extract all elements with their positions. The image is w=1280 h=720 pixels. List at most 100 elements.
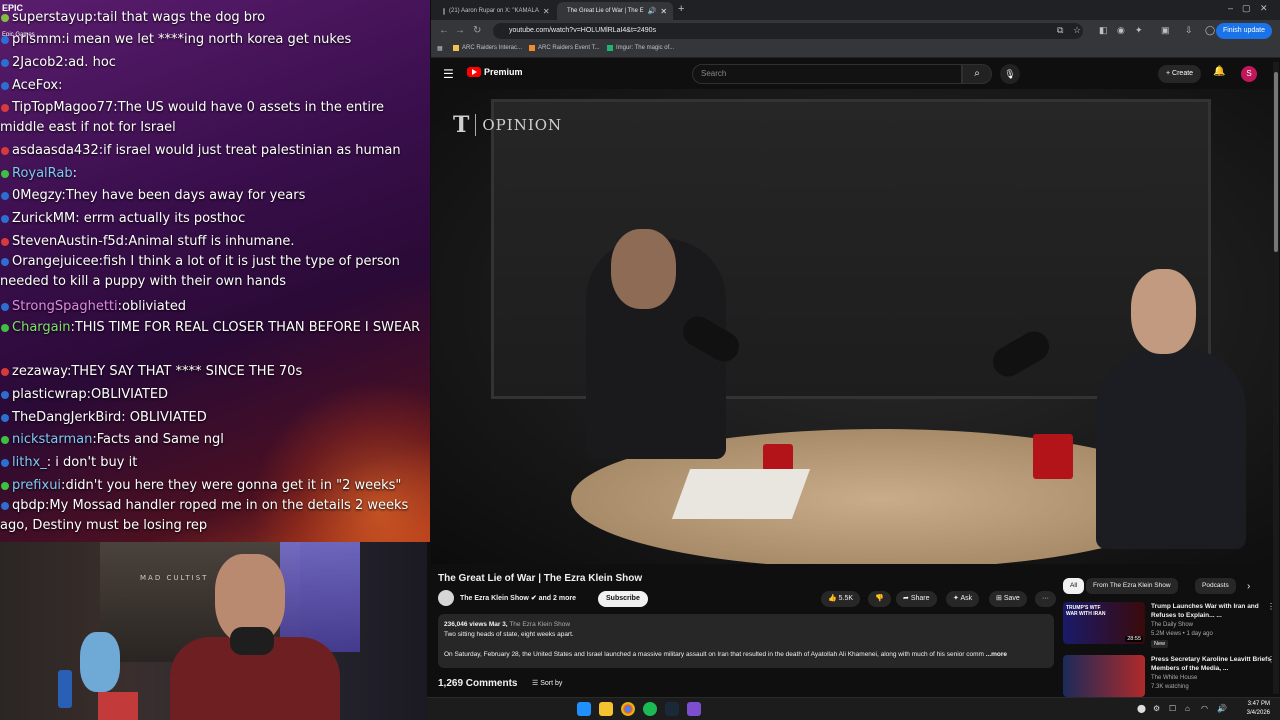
chevron-right-icon[interactable]: › <box>1247 581 1250 592</box>
tray-icon[interactable]: ⬤ <box>1137 704 1146 713</box>
voice-search-icon[interactable]: 🎙 <box>1000 64 1020 84</box>
chat-username[interactable]: StrongSpaghetti <box>12 299 118 314</box>
system-clock[interactable]: 3:47 PM 3/4/2026 <box>1247 700 1270 718</box>
sidebar-icon[interactable]: ▣ <box>1161 25 1170 36</box>
bookmark-2[interactable]: ARC Raiders Event T... <box>529 45 600 51</box>
search-input[interactable]: Search <box>692 64 962 84</box>
dislike-button[interactable]: 👎 <box>868 591 891 607</box>
tab-x-post[interactable]: (21) Aaron Rupar on X: "KAMALA ✕ <box>437 2 553 20</box>
close-tab-icon[interactable]: ✕ <box>660 7 667 16</box>
subscriber-badge-icon <box>1 435 9 444</box>
chip-all[interactable]: All <box>1063 578 1085 594</box>
chip-podcasts[interactable]: Podcasts <box>1195 578 1236 594</box>
menu-icon[interactable]: ☰ <box>443 67 454 81</box>
recommended-video[interactable]: Press Secretary Karoline Leavitt Briefs … <box>1063 655 1275 697</box>
chat-username[interactable]: 0Megzy <box>12 188 61 203</box>
chat-username[interactable]: TipTopMagoo77 <box>12 100 113 115</box>
extension-icon[interactable]: ◧ <box>1099 25 1108 36</box>
new-tab-button[interactable]: + <box>678 3 684 15</box>
subscribe-button[interactable]: Subscribe <box>598 591 648 607</box>
extension-icon-2[interactable]: ◉ <box>1117 25 1125 36</box>
video-title: The Great Lie of War | The Ezra Klein Sh… <box>438 573 643 584</box>
tab-youtube[interactable]: The Great Lie of War | The E 🔊 ✕ <box>557 2 673 20</box>
page-scrollbar[interactable] <box>1273 62 1279 694</box>
close-window-icon[interactable]: ✕ <box>1260 3 1268 14</box>
tray-icon[interactable]: ⚙ <box>1153 704 1160 713</box>
chat-username[interactable]: asdaasda432 <box>12 143 99 158</box>
chrome-icon[interactable] <box>621 702 635 716</box>
subscriber-badge-icon <box>1 323 9 332</box>
youtube-logo[interactable]: Premium <box>467 67 523 77</box>
scrollbar-thumb[interactable] <box>1274 72 1278 252</box>
chat-username[interactable]: RoyalRab <box>12 166 73 181</box>
chat-separator: : <box>72 166 78 181</box>
close-tab-icon[interactable]: ✕ <box>543 7 550 16</box>
more-actions-button[interactable]: ··· <box>1035 591 1056 607</box>
search-icon[interactable]: ⌕ <box>962 64 992 84</box>
finish-update-button[interactable]: Finish update <box>1215 23 1272 39</box>
microphone <box>230 627 274 655</box>
chat-username[interactable]: 2Jacob2 <box>12 55 64 70</box>
minimize-icon[interactable]: – <box>1228 3 1233 13</box>
chat-text: Facts and Same ngl <box>96 432 224 447</box>
chat-username[interactable]: plasticwrap <box>12 387 87 402</box>
chat-username[interactable]: Orangejuicee <box>12 254 99 269</box>
chat-username[interactable]: qbdp <box>12 498 45 513</box>
profile-icon[interactable]: ◯ <box>1205 25 1215 36</box>
chat-username[interactable]: TheDangJerkBird <box>12 410 121 425</box>
recommended-video[interactable]: TRUMP'S WTF WAR WITH IRAN 28:55 Trump La… <box>1063 602 1275 648</box>
create-button[interactable]: + Create <box>1158 65 1202 83</box>
channel-name[interactable]: The Ezra Klein Show ✔ and 2 more <box>460 594 576 602</box>
red-mug <box>1033 434 1073 479</box>
forward-icon[interactable]: → <box>455 25 465 36</box>
puzzle-icon[interactable]: ✦ <box>1135 25 1143 36</box>
chat-username[interactable]: nickstarman <box>12 432 92 447</box>
share-button[interactable]: ➦ Share <box>896 591 937 607</box>
video-description[interactable]: 236,046 views Mar 3, The Ezra Klein Show… <box>438 614 1054 668</box>
reload-icon[interactable]: ↻ <box>473 25 481 36</box>
spotify-icon[interactable] <box>643 702 657 716</box>
sort-by-button[interactable]: ☰ Sort by <box>532 679 562 687</box>
tray-icon[interactable]: ⌂ <box>1185 704 1190 713</box>
notifications-icon[interactable]: 🔔 <box>1213 66 1225 77</box>
channel-avatar[interactable] <box>438 590 454 606</box>
chat-message: Orangejuicee:fish I think a lot of it is… <box>0 252 430 292</box>
purple-light <box>280 542 360 652</box>
streamer-webcam: MAD CULTIST <box>0 542 427 720</box>
chat-username[interactable]: prefixui <box>12 478 61 493</box>
address-bar[interactable]: youtube.com/watch?v=HOLUMlRLaI4&t=2490s <box>493 23 1083 39</box>
volume-icon[interactable]: 🔊 <box>1217 704 1227 713</box>
app-icon[interactable] <box>687 702 701 716</box>
downloads-icon[interactable]: ⇩ <box>1185 25 1193 36</box>
video-player[interactable]: T OPINION <box>431 89 1274 564</box>
recommended-title: Press Secretary Karoline Leavitt Briefs … <box>1151 656 1271 672</box>
steam-icon[interactable] <box>665 702 679 716</box>
chat-username[interactable]: AceFox <box>12 78 58 93</box>
save-button[interactable]: ⊞ Save <box>989 591 1027 607</box>
chat-username[interactable]: Chargain <box>12 320 70 335</box>
chat-username[interactable]: ZurickMM <box>12 211 75 226</box>
sparkle-icon: ✦ <box>953 595 959 602</box>
bookmark-star-icon[interactable]: ☆ <box>1073 25 1081 36</box>
back-icon[interactable]: ← <box>439 25 449 36</box>
chat-username[interactable]: zezaway <box>12 364 67 379</box>
speaker-icon[interactable]: 🔊 <box>648 7 657 15</box>
apps-icon[interactable]: ▦ <box>437 45 443 52</box>
ask-button[interactable]: ✦ Ask <box>946 591 980 607</box>
like-button[interactable]: 👍 5.5K <box>821 591 861 607</box>
maximize-icon[interactable]: ▢ <box>1242 3 1251 14</box>
file-explorer-icon[interactable] <box>599 702 613 716</box>
bookmark-3[interactable]: Imgur: The magic of... <box>607 45 674 51</box>
wifi-icon[interactable]: ◠ <box>1201 704 1208 713</box>
chat-username[interactable]: prismm <box>12 32 61 47</box>
chat-username[interactable]: lithx_ <box>12 455 47 470</box>
install-icon[interactable]: ⧉ <box>1057 25 1063 36</box>
account-avatar[interactable]: S <box>1241 66 1257 82</box>
chat-username[interactable]: superstayup <box>12 10 93 25</box>
tray-icon[interactable]: ☐ <box>1169 704 1176 713</box>
chat-username[interactable]: StevenAustin-f5d <box>12 234 124 249</box>
start-icon[interactable] <box>577 702 591 716</box>
chip-from-channel[interactable]: From The Ezra Klein Show <box>1086 578 1178 594</box>
bookmark-1[interactable]: ARC Raiders Interac... <box>453 45 522 51</box>
show-more-link[interactable]: ...more <box>986 651 1007 658</box>
